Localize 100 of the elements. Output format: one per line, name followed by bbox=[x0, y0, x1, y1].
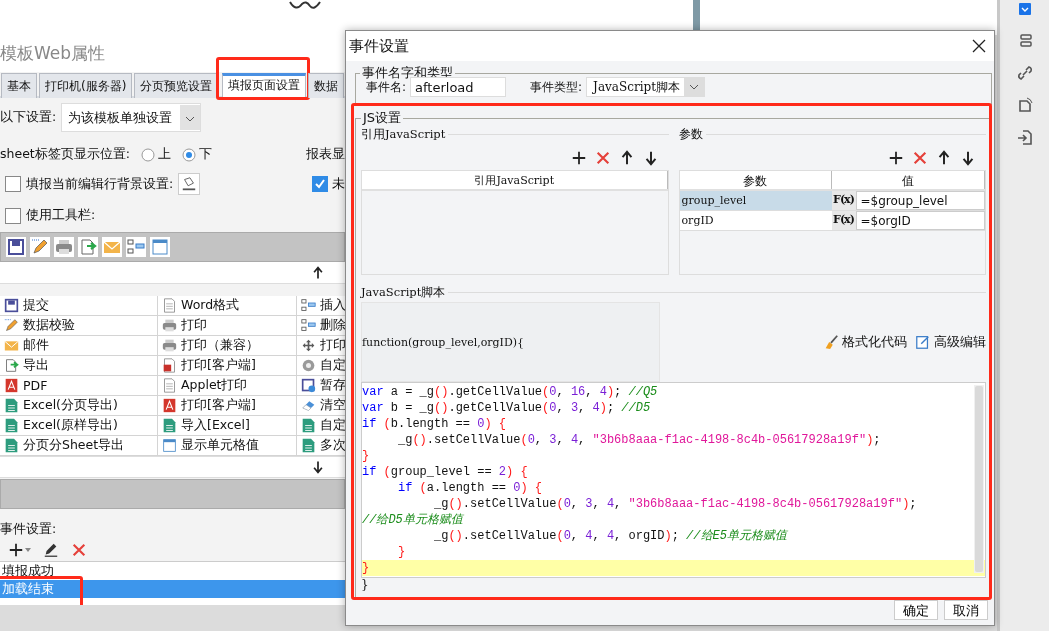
value-field[interactable]: =$orgID bbox=[855, 211, 985, 230]
field-label: 事件名: bbox=[366, 79, 407, 96]
add-icon[interactable] bbox=[570, 150, 587, 166]
tab[interactable]: 填报页面设置 bbox=[222, 73, 307, 98]
tab[interactable]: 分页预览设置 bbox=[134, 73, 219, 98]
table-cell[interactable]: group_level bbox=[679, 191, 832, 210]
toolbar-option[interactable]: 打印[客户端] bbox=[158, 396, 297, 416]
edit-icon bbox=[915, 334, 931, 350]
toolbar-option[interactable]: 打印 bbox=[297, 336, 345, 356]
code-editor[interactable] bbox=[361, 382, 986, 578]
import-icon[interactable] bbox=[1015, 128, 1034, 146]
toolbar-option[interactable]: 自定 bbox=[297, 356, 345, 376]
move-icon bbox=[301, 338, 316, 353]
delete-icon[interactable] bbox=[594, 150, 611, 166]
spreadsheet-icon bbox=[4, 438, 19, 453]
section-title: 引用JavaScript bbox=[361, 127, 446, 142]
radio-button[interactable] bbox=[181, 147, 196, 162]
formula-button[interactable]: F(x) bbox=[831, 191, 856, 210]
advanced-edit-button[interactable]: 高级编辑 bbox=[915, 333, 986, 351]
toolbar-option[interactable]: 导入[Excel] bbox=[158, 416, 297, 436]
code-line: _g().setCellValue(0, 3, 4, "3b6b8aaa-f1ac-4198-8c4b-05617928a19f"); bbox=[397, 432, 882, 448]
toolbar-option[interactable]: PDF bbox=[0, 376, 158, 396]
column-header: 参数 bbox=[679, 171, 833, 189]
confirm-button[interactable]: 确定 bbox=[894, 600, 938, 620]
code-line: _g().setCellValue(0, 3, 4, "3b6b8aaa-f1ac-4198-8c4b-05617928a19f"); bbox=[433, 496, 918, 512]
window-title: 模板Web属性 bbox=[0, 35, 345, 72]
chevron-icon bbox=[185, 116, 196, 122]
radio-button[interactable] bbox=[140, 147, 155, 162]
toolbar-option[interactable]: 邮件 bbox=[0, 336, 158, 356]
format-code-button[interactable]: 格式化代码 bbox=[823, 333, 907, 351]
color-button[interactable] bbox=[178, 173, 201, 195]
toolbar-option[interactable]: Excel(分页导出) bbox=[0, 396, 158, 416]
caret-icon[interactable] bbox=[25, 548, 31, 552]
spreadsheet-icon bbox=[301, 418, 316, 433]
formula-button[interactable]: F(x) bbox=[831, 211, 856, 230]
scrollbar[interactable] bbox=[974, 385, 984, 573]
toolbar-option[interactable]: Word格式 bbox=[158, 296, 297, 316]
toolbar-option[interactable]: 数据校验 bbox=[0, 316, 158, 336]
arrow-up-icon[interactable] bbox=[936, 150, 952, 166]
toolbar-option[interactable]: 清空 bbox=[297, 396, 345, 416]
tab[interactable]: 基本 bbox=[1, 73, 37, 98]
field-label: 以下设置: bbox=[0, 109, 57, 126]
toolbar-option[interactable]: 多次 bbox=[297, 436, 345, 456]
field-label: 报表显 bbox=[306, 146, 345, 163]
arrow-down-icon[interactable] bbox=[960, 150, 976, 166]
document-icon bbox=[162, 298, 177, 313]
toolbar-option[interactable]: 显示单元格值 bbox=[158, 436, 297, 456]
toolbar-option[interactable]: 分页分Sheet导出 bbox=[0, 436, 158, 456]
tab[interactable]: 打印机(服务器) bbox=[39, 73, 133, 98]
pencil-icon[interactable] bbox=[31, 238, 49, 256]
close-icon[interactable] bbox=[972, 39, 986, 53]
value-field[interactable]: =$group_level bbox=[855, 191, 985, 210]
table-cell[interactable]: orgID bbox=[679, 211, 832, 230]
radio-label: 下 bbox=[198, 146, 212, 163]
add-icon[interactable] bbox=[888, 150, 904, 166]
toolbar-option[interactable]: 打印 bbox=[158, 316, 297, 336]
arrow-up-icon[interactable] bbox=[311, 265, 325, 280]
add-icon[interactable] bbox=[8, 542, 24, 558]
section-title: 参数 bbox=[678, 127, 703, 142]
gear-icon bbox=[301, 358, 316, 373]
table-row[interactable]: orgID F(x) =$orgID bbox=[679, 211, 985, 231]
arrow-down-icon[interactable] bbox=[311, 460, 325, 474]
toolbar-option[interactable]: 自定 bbox=[297, 416, 345, 436]
scribble-drawing bbox=[288, 0, 322, 12]
printer-icon[interactable] bbox=[55, 238, 73, 256]
insert-row-icon[interactable] bbox=[127, 238, 145, 256]
printer-icon bbox=[162, 338, 177, 353]
edit-icon[interactable] bbox=[43, 542, 59, 558]
scope-dropdown[interactable]: 为该模板单独设置 bbox=[61, 103, 202, 132]
toolbar-option[interactable]: 删除 bbox=[297, 316, 345, 336]
link-icon[interactable] bbox=[1015, 64, 1034, 82]
checkbox[interactable] bbox=[312, 176, 328, 192]
event-type-dropdown[interactable]: JavaScript脚本 bbox=[586, 77, 705, 97]
toolbar-option[interactable]: Excel(原样导出) bbox=[0, 416, 158, 436]
export-icon[interactable] bbox=[79, 238, 97, 256]
toolbar-option[interactable]: 插入 bbox=[297, 296, 345, 316]
section-label: 事件设置: bbox=[0, 521, 57, 538]
save-icon[interactable] bbox=[7, 238, 25, 256]
cancel-button[interactable]: 取消 bbox=[944, 600, 988, 620]
delete-icon[interactable] bbox=[912, 150, 928, 166]
document-icon bbox=[162, 378, 177, 393]
toolbar-option[interactable]: 打印[客户端] bbox=[158, 356, 297, 376]
field-label: 事件类型: bbox=[530, 78, 583, 96]
toolbar-option[interactable]: 暂存 bbox=[297, 376, 345, 396]
toolbar-option[interactable]: 打印（兼容） bbox=[158, 336, 297, 356]
delete-icon[interactable] bbox=[71, 542, 87, 558]
spreadsheet-icon bbox=[4, 418, 19, 433]
toolbar-option[interactable]: 提交 bbox=[0, 296, 158, 316]
toolbar-option[interactable]: Applet打印 bbox=[158, 376, 297, 396]
window-icon[interactable] bbox=[151, 238, 169, 256]
function-header: function(group_level,orgID){ bbox=[361, 302, 660, 382]
table-row[interactable]: group_level F(x) =$group_level bbox=[679, 191, 985, 211]
checkbox-label: 使用工具栏: bbox=[26, 207, 96, 224]
checkbox[interactable] bbox=[5, 176, 21, 192]
event-name-field[interactable]: afterload bbox=[410, 77, 507, 97]
toolbar-option[interactable]: 导出 bbox=[0, 356, 158, 376]
tab[interactable]: 数据 bbox=[308, 73, 345, 98]
checkbox[interactable] bbox=[5, 207, 21, 224]
function-footer: } bbox=[361, 578, 986, 596]
event-item[interactable]: 填报成功 bbox=[0, 562, 345, 580]
